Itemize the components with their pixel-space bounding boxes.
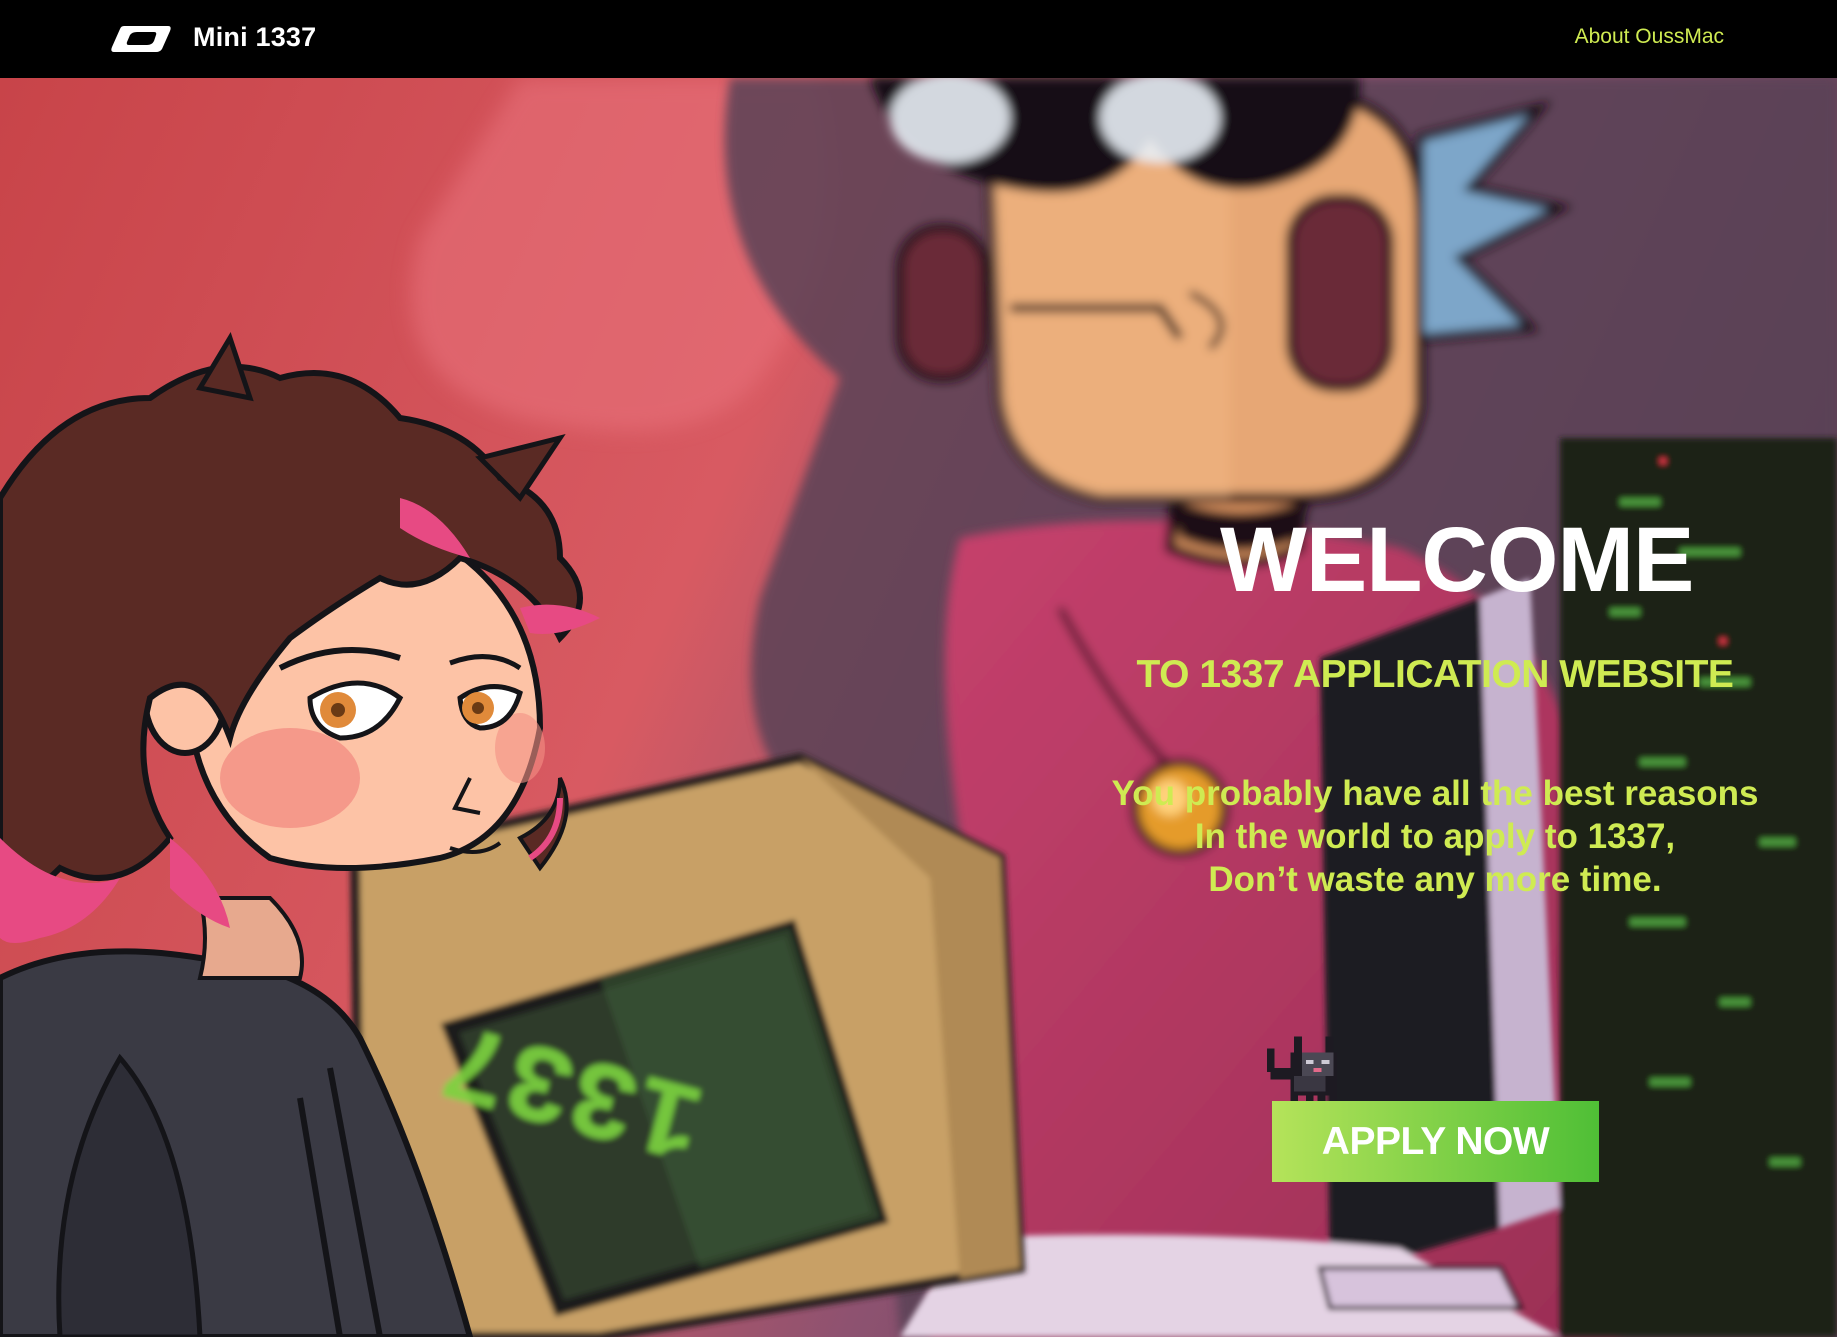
pixel-cat-icon (1266, 1036, 1338, 1104)
tagline-line: Don’t waste any more time. (1208, 860, 1662, 899)
top-navbar: Mini 1337 About OussMac (0, 0, 1837, 78)
brand-title[interactable]: Mini 1337 (193, 22, 316, 53)
welcome-heading: WELCOME (1220, 509, 1694, 611)
apply-now-button[interactable]: APPLY NOW (1272, 1101, 1599, 1182)
tagline-text: You probably have all the best reasons I… (1070, 772, 1800, 901)
hero-section: 1337 WELCOME TO 1337 APPLICATION WEBSITE… (0, 78, 1837, 1337)
subtitle-heading: TO 1337 APPLICATION WEBSITE (1136, 653, 1734, 696)
tagline-line: In the world to apply to 1337, (1194, 817, 1676, 856)
about-link[interactable]: About OussMac (1575, 25, 1724, 49)
logo-icon[interactable] (110, 24, 172, 54)
tagline-line: You probably have all the best reasons (1111, 774, 1759, 813)
